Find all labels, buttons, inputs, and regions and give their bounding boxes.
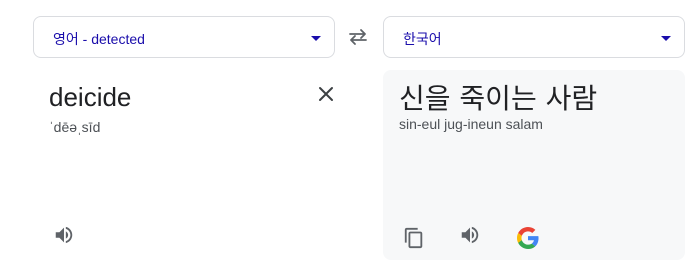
speaker-icon [55,226,73,244]
chevron-down-icon [661,36,671,41]
google-g-icon [517,227,539,249]
listen-source-button[interactable] [50,221,78,249]
speaker-icon [461,226,479,244]
copy-icon [404,227,423,249]
source-phonetic: ˈdēəˌsīd [49,119,101,135]
target-language-select[interactable]: 한국어 [383,16,685,58]
source-language-label: 영어 - detected [53,31,145,47]
translated-text: 신을 죽이는 사람 [399,82,598,115]
source-language-select[interactable]: 영어 - detected [33,16,335,58]
copy-translation-button[interactable] [400,224,428,252]
chevron-down-icon [311,36,321,41]
close-icon [319,87,333,101]
clear-source-button[interactable] [314,82,338,106]
google-translate-button[interactable] [512,222,544,254]
listen-translation-button[interactable] [456,221,484,249]
swap-languages-button[interactable] [345,26,371,48]
target-language-label: 한국어 [403,31,442,47]
translation-romanization: sin-eul jug-ineun salam [399,116,543,132]
source-text[interactable]: deicide [49,82,131,113]
swap-arrows-icon [349,29,367,45]
